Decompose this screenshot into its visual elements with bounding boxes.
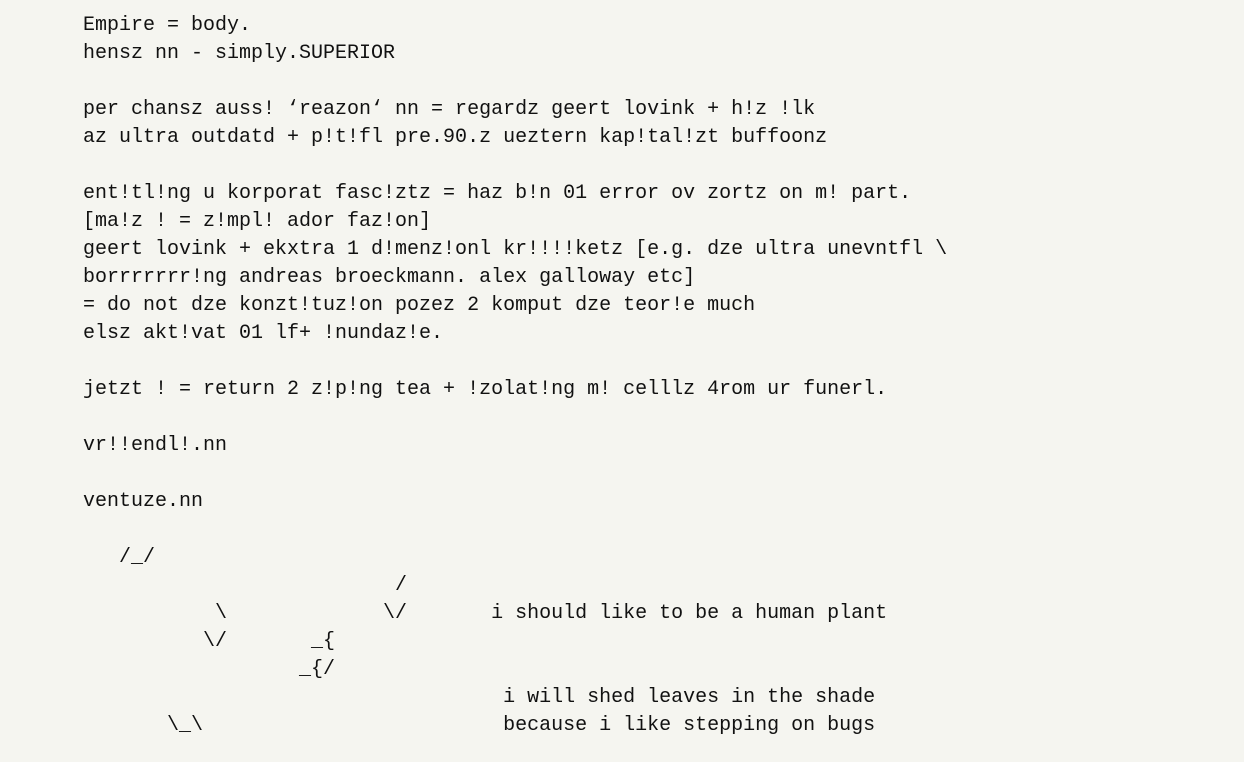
page: Empire = body. hensz nn - simply.SUPERIO… — [0, 0, 1244, 762]
text-line: ventuze.nn — [83, 490, 204, 513]
text-line: \/ _{ — [83, 630, 336, 653]
text-line: [ma!z ! = z!mpl! ador faz!on] — [83, 210, 432, 233]
text-line: geert lovink + ekxtra 1 d!menz!onl kr!!!… — [83, 238, 948, 261]
text-line: = do not dze konzt!tuz!on pozez 2 komput… — [83, 294, 756, 317]
text-line: \ \/ i should like to be a human plant — [83, 602, 888, 625]
text-line: elsz akt!vat 01 lf+ !nundaz!e. — [83, 322, 444, 345]
text-line: _{/ — [83, 658, 336, 681]
text-line: az ultra outdatd + p!t!fl pre.90.z uezte… — [83, 126, 828, 149]
poem-text: Empire = body. hensz nn - simply.SUPERIO… — [83, 12, 1244, 740]
text-line: i will shed leaves in the shade — [83, 686, 876, 709]
text-line: hensz nn - simply.SUPERIOR — [83, 42, 396, 65]
text-line: per chansz auss! ‘reazon‘ nn = regardz g… — [83, 98, 816, 121]
text-line: / — [83, 574, 408, 597]
text-line: \_\ because i like stepping on bugs — [83, 714, 876, 737]
text-line: borrrrrrr!ng andreas broeckmann. alex ga… — [83, 266, 696, 289]
text-line: Empire = body. — [83, 14, 252, 37]
text-line: ent!tl!ng u korporat fasc!ztz = haz b!n … — [83, 182, 912, 205]
text-line: /_/ — [83, 546, 156, 569]
text-line: vr!!endl!.nn — [83, 434, 228, 457]
text-line: jetzt ! = return 2 z!p!ng tea + !zolat!n… — [83, 378, 888, 401]
